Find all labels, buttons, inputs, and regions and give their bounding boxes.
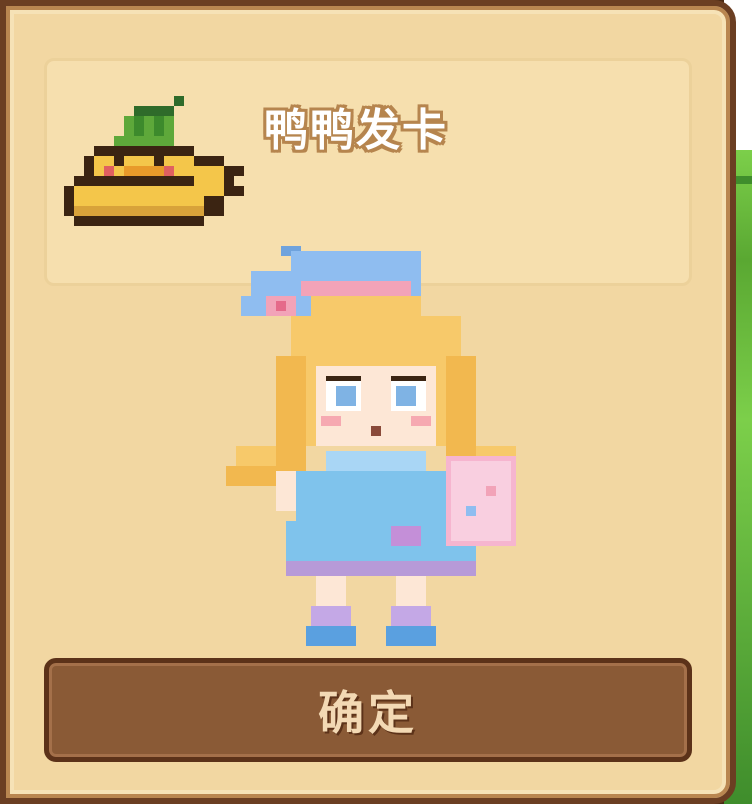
confirm-button[interactable]: 确定 xyxy=(44,658,692,762)
item-dialog: 鸭鸭发卡 确定 xyxy=(0,0,736,804)
item-name: 鸭鸭发卡 xyxy=(264,105,448,156)
character-avatar xyxy=(226,246,516,646)
duck-hairclip-icon xyxy=(64,96,244,226)
confirm-button-label: 确定 xyxy=(318,686,418,740)
